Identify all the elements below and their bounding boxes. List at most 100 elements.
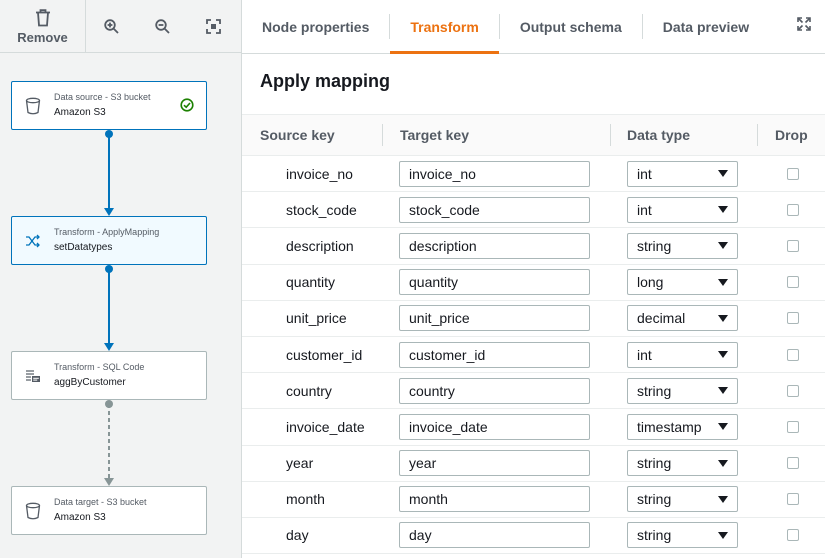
- node-icon-wrap: [12, 82, 54, 129]
- source-key-cell: quantity: [286, 274, 336, 291]
- caret-down-icon: [718, 242, 728, 250]
- edge-mapping-to-sql: [104, 265, 114, 351]
- target-key-input[interactable]: [399, 413, 590, 440]
- drop-checkbox[interactable]: [787, 420, 799, 433]
- tab-node-properties[interactable]: Node properties: [242, 0, 389, 53]
- data-type-select[interactable]: string: [627, 486, 738, 513]
- caret-down-icon: [718, 206, 728, 214]
- data-type-select[interactable]: int: [627, 341, 738, 368]
- drop-checkbox[interactable]: [787, 529, 799, 542]
- node-type: Transform - SQL Code: [54, 361, 145, 372]
- target-key-input[interactable]: [399, 160, 590, 187]
- target-key-input[interactable]: [399, 522, 590, 549]
- caret-down-icon: [718, 459, 728, 467]
- data-type-select[interactable]: int: [627, 160, 738, 187]
- edge-sql-to-target: [104, 400, 114, 486]
- node-name: Amazon S3: [54, 106, 106, 118]
- header-source-key: Source key: [260, 127, 335, 143]
- drop-cell: [757, 482, 825, 517]
- source-key-cell: stock_code: [286, 201, 357, 218]
- target-key-cell: [382, 337, 610, 372]
- graph-panel: Remove Data source - S3 bucket Amazon S3…: [0, 0, 242, 558]
- fit-view-button[interactable]: [188, 0, 239, 53]
- node-text: Transform - SQL Code aggByCustomer: [54, 361, 144, 391]
- tab-transform[interactable]: Transform: [390, 0, 500, 54]
- drop-checkbox[interactable]: [787, 384, 799, 397]
- section-title: Apply mapping: [260, 71, 390, 91]
- drop-checkbox[interactable]: [787, 348, 799, 361]
- data-type-select[interactable]: string: [627, 232, 738, 259]
- table-body: invoice_no int stock_code int descri: [242, 156, 825, 555]
- node-type: Data target - S3 bucket: [54, 496, 147, 507]
- data-type-value: string: [637, 237, 672, 254]
- data-type-value: decimal: [637, 310, 686, 327]
- remove-button[interactable]: Remove: [0, 0, 86, 53]
- expand-icon[interactable]: [797, 17, 811, 31]
- drop-cell: [757, 265, 825, 300]
- node-data-source[interactable]: Data source - S3 bucket Amazon S3: [11, 81, 207, 130]
- drop-cell: [757, 156, 825, 191]
- data-type-value: timestamp: [637, 418, 702, 435]
- node-apply-mapping[interactable]: Transform - ApplyMapping setDatatypes: [11, 216, 207, 265]
- target-key-input[interactable]: [399, 196, 590, 223]
- source-key-cell: year: [286, 455, 314, 472]
- source-key-cell: customer_id: [286, 346, 363, 363]
- data-type-cell: timestamp: [610, 409, 757, 444]
- zoom-in-icon: [104, 19, 119, 34]
- source-key-cell: day: [286, 527, 309, 544]
- target-key-input[interactable]: [399, 486, 590, 513]
- tab-output-schema[interactable]: Output schema: [500, 0, 642, 53]
- drop-checkbox[interactable]: [787, 167, 799, 180]
- node-text: Transform - ApplyMapping setDatatypes: [54, 226, 159, 256]
- target-key-input[interactable]: [399, 450, 590, 477]
- shuffle-icon: [26, 234, 40, 247]
- data-type-select[interactable]: string: [627, 522, 738, 549]
- zoom-out-button[interactable]: [137, 0, 188, 53]
- data-type-select[interactable]: int: [627, 196, 738, 223]
- target-key-input[interactable]: [399, 305, 590, 332]
- edge-source-to-mapping: [104, 130, 114, 216]
- target-key-input[interactable]: [399, 269, 590, 296]
- trash-icon: [35, 8, 50, 26]
- drop-cell: [757, 409, 825, 444]
- table-row: country string: [242, 373, 825, 410]
- target-key-input[interactable]: [399, 341, 590, 368]
- node-icon-wrap: [12, 487, 54, 534]
- drop-checkbox[interactable]: [787, 239, 799, 252]
- drop-checkbox[interactable]: [787, 203, 799, 216]
- table-row: unit_price decimal: [242, 301, 825, 337]
- sql-icon: [26, 369, 40, 382]
- tab-data-preview[interactable]: Data preview: [643, 0, 769, 53]
- table-row: invoice_no int: [242, 156, 825, 193]
- drop-checkbox[interactable]: [787, 312, 799, 325]
- check-circle-icon: [180, 98, 194, 112]
- data-type-select[interactable]: timestamp: [627, 413, 738, 440]
- data-type-cell: int: [610, 337, 757, 372]
- drop-cell: [757, 446, 825, 481]
- data-type-select[interactable]: decimal: [627, 305, 738, 332]
- data-type-select[interactable]: string: [627, 377, 738, 404]
- target-key-input[interactable]: [399, 232, 590, 259]
- fit-view-icon: [206, 19, 221, 34]
- target-key-cell: [382, 156, 610, 191]
- target-key-input[interactable]: [399, 377, 590, 404]
- caret-down-icon: [718, 351, 728, 359]
- zoom-in-button[interactable]: [86, 0, 137, 53]
- drop-checkbox[interactable]: [787, 276, 799, 289]
- data-type-cell: int: [610, 156, 757, 191]
- data-type-select[interactable]: string: [627, 450, 738, 477]
- drop-checkbox[interactable]: [787, 457, 799, 470]
- target-key-cell: [382, 482, 610, 517]
- data-type-select[interactable]: long: [627, 269, 738, 296]
- table-row: description string: [242, 228, 825, 265]
- node-text: Data source - S3 bucket Amazon S3: [54, 91, 151, 121]
- remove-button-label: Remove: [17, 29, 68, 45]
- node-sql-code[interactable]: Transform - SQL Code aggByCustomer: [11, 351, 207, 400]
- node-data-target[interactable]: Data target - S3 bucket Amazon S3: [11, 486, 207, 535]
- caret-down-icon: [718, 170, 728, 178]
- caret-down-icon: [718, 387, 728, 395]
- data-type-value: string: [637, 527, 672, 544]
- bucket-icon: [25, 97, 41, 114]
- caret-down-icon: [718, 314, 728, 322]
- drop-checkbox[interactable]: [787, 493, 799, 506]
